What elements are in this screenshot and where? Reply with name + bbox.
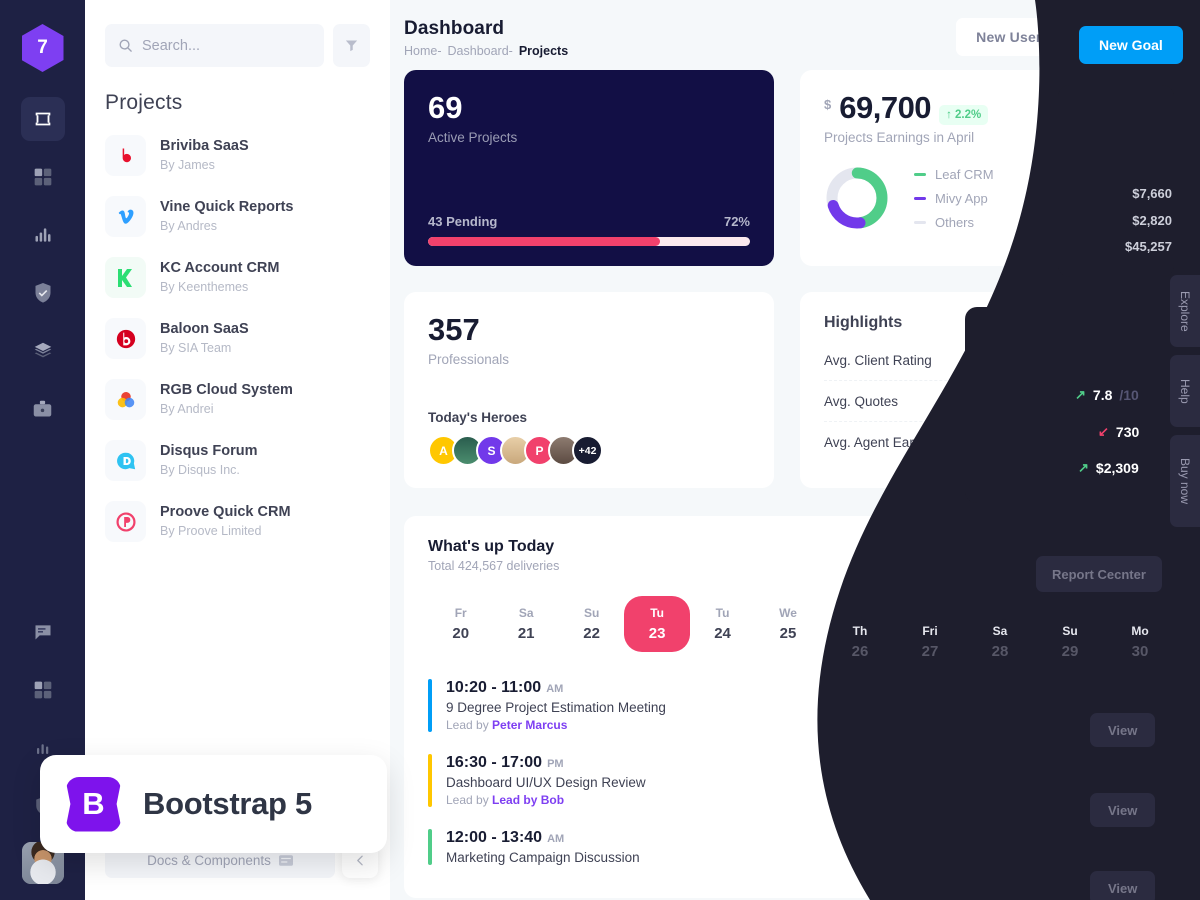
day-item-dark[interactable]: Su 29 [1035, 624, 1105, 660]
day-name: Mo [1131, 624, 1149, 638]
side-tab-explore[interactable]: Explore [1170, 275, 1200, 347]
day-item-dark[interactable]: Th 26 [825, 624, 895, 660]
day-number: 26 [851, 643, 869, 660]
legend-value-dark: $45,257 [1125, 239, 1172, 254]
view-button-dark[interactable]: View [1090, 871, 1156, 900]
new-goal-button-dark[interactable]: New Goal [1079, 26, 1183, 64]
side-tab-label: Explore [1178, 290, 1192, 332]
day-name: Th [852, 624, 868, 638]
day-number: 30 [1131, 643, 1149, 660]
app-root: 7 Search... Projects Briviba SaaS By Jam… [0, 0, 1200, 900]
side-tab-label: Help [1178, 378, 1192, 404]
highlights-card-dark [965, 307, 1174, 503]
day-number: 28 [991, 643, 1009, 660]
bootstrap-banner[interactable]: B Bootstrap 5 [40, 755, 387, 853]
highlight-value-dark: ↗ $2,309 [1078, 460, 1139, 476]
view-button-dark[interactable]: View [1090, 793, 1156, 827]
bootstrap-logo-letter: B [82, 786, 105, 821]
trend-up-icon: ↗ [1075, 387, 1086, 402]
day-item-dark[interactable]: Sa 28 [965, 624, 1035, 660]
trend-up-icon: ↗ [1078, 460, 1089, 475]
day-name: Su [1062, 624, 1078, 638]
legend-value-dark: $2,820 [1132, 213, 1172, 228]
legend-value-dark: $7,660 [1132, 186, 1172, 201]
highlight-value: $2,309 [1095, 460, 1139, 476]
highlight-suffix: /10 [1119, 387, 1139, 403]
highlight-value-dark: ↙ 730 [1098, 424, 1139, 440]
report-center-button-dark[interactable]: Report Cecnter [1036, 556, 1162, 592]
view-button-dark[interactable]: View [1090, 713, 1156, 747]
highlight-value: 730 [1115, 424, 1140, 440]
day-item-dark[interactable]: Fri 27 [895, 624, 965, 660]
highlight-value: 7.8 [1092, 387, 1113, 403]
day-name: Fri [922, 624, 938, 638]
bootstrap-banner-text: Bootstrap 5 [143, 786, 312, 821]
trend-down-icon: ↙ [1098, 424, 1109, 439]
bootstrap-logo-icon: B [66, 776, 121, 832]
day-item-dark[interactable]: Mo 30 [1105, 624, 1175, 660]
day-number: 29 [1061, 643, 1079, 660]
side-tab-buy-now[interactable]: Buy now [1170, 435, 1200, 527]
highlight-value-dark: ↗ 7.8 /10 [1075, 387, 1139, 403]
day-number: 27 [921, 643, 939, 660]
side-tab-label: Buy now [1178, 457, 1192, 505]
day-name: Sa [992, 624, 1008, 638]
side-tabs: Explore Help Buy now [1170, 275, 1200, 527]
side-tab-help[interactable]: Help [1170, 355, 1200, 427]
